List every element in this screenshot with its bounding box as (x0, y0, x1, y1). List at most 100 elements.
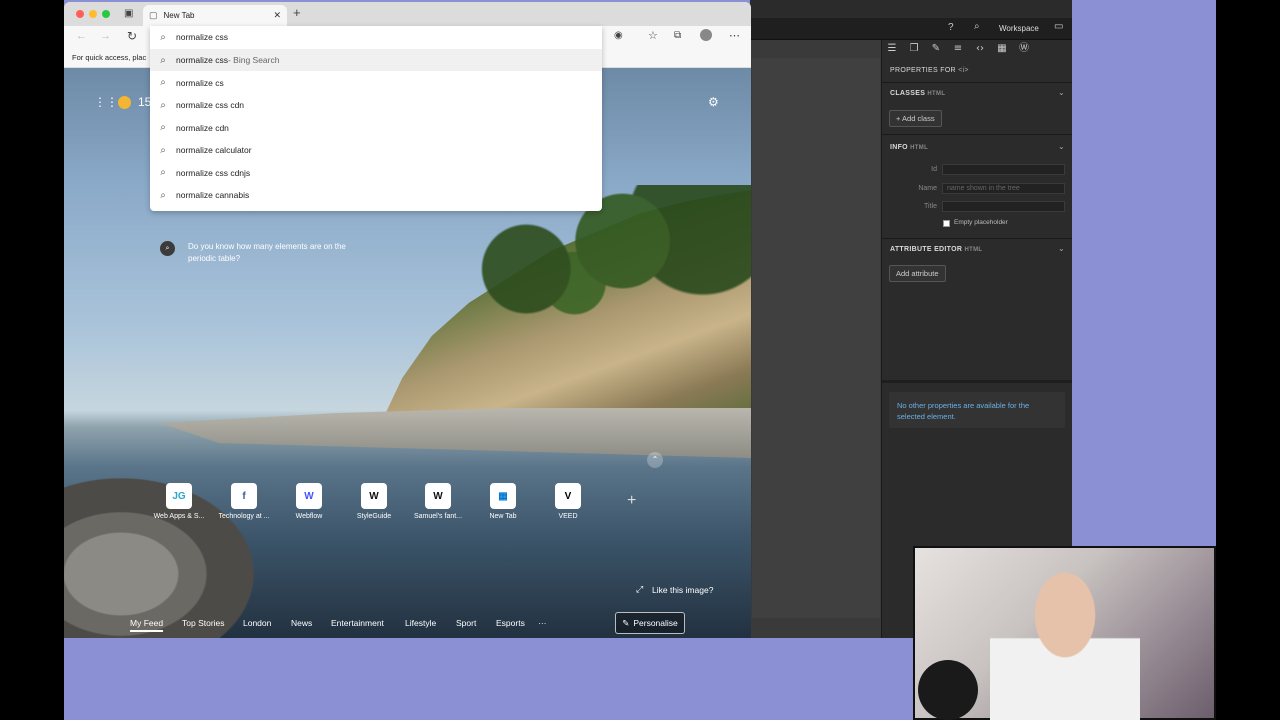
address-input-row[interactable]: ⌕ normalize css (150, 26, 602, 48)
layers-icon[interactable]: ❐ (907, 43, 921, 55)
feed-tab[interactable]: Sport (456, 618, 476, 628)
code-icon[interactable]: ‹› (973, 43, 987, 55)
active-tab-underline (130, 630, 163, 632)
properties-tag: <i> (958, 67, 969, 74)
top-site-label: Web Apps & S... (153, 513, 205, 520)
chevron-down-icon[interactable]: ⌄ (1058, 244, 1065, 253)
site-favicon-icon: W (361, 483, 387, 509)
help-icon[interactable]: ? (948, 22, 954, 33)
workspace-label[interactable]: Workspace (999, 24, 1039, 33)
more-menu-icon[interactable]: ⋯ (729, 29, 740, 42)
minimize-window-button[interactable] (89, 10, 97, 18)
personalise-button[interactable]: ✎ Personalise (615, 612, 685, 634)
suggestion-item[interactable]: ⌕ normalize cannabis (150, 184, 602, 206)
title-label: Title (924, 203, 937, 210)
suggestion-text: normalize css cdn (176, 100, 245, 110)
divider (882, 238, 1072, 239)
maximize-window-button[interactable] (102, 10, 110, 18)
suggestion-text: normalize css cdnjs (176, 167, 251, 178)
top-site-label: VEED (558, 513, 578, 520)
empty-placeholder-checkbox[interactable] (943, 220, 950, 227)
extension-icon[interactable]: ◉ (614, 30, 623, 41)
chevron-down-icon[interactable]: ⌄ (1058, 88, 1065, 97)
top-site-tile[interactable]: f Technology at ... (214, 483, 274, 520)
expand-image-icon[interactable]: ⤢ (636, 584, 643, 595)
add-attribute-button[interactable]: Add attribute (889, 265, 946, 282)
refresh-icon[interactable]: ↻ (127, 29, 137, 43)
search-question-icon[interactable]: ⌕ (160, 241, 175, 256)
forward-icon[interactable]: → (100, 30, 111, 42)
feed-tab[interactable]: Esports (496, 618, 525, 628)
name-field[interactable]: name shown in the tree (942, 183, 1065, 194)
search-icon: ⌕ (160, 99, 166, 111)
feed-tab[interactable]: London (243, 618, 271, 628)
feed-tab[interactable]: My Feed (130, 618, 163, 628)
top-site-label: Samuel's fant... (413, 513, 463, 520)
divider (882, 82, 1072, 83)
classes-heading[interactable]: CLASSES HTML (890, 90, 945, 97)
search-icon: ⌕ (160, 144, 166, 156)
blocks-icon[interactable]: ▦ (995, 43, 1009, 55)
favorites-icon[interactable]: ☆ (648, 29, 658, 42)
new-tab-button[interactable]: + (293, 5, 301, 20)
daily-question[interactable]: Do you know how many elements are on the… (188, 241, 348, 265)
collections-icon[interactable]: ⧉ (674, 30, 681, 41)
address-suggestions-dropdown: ⌕ normalize css ⌕ normalize css - Bing Se… (150, 26, 602, 211)
close-window-button[interactable] (76, 10, 84, 18)
site-favicon-icon: f (231, 483, 257, 509)
back-icon[interactable]: ← (76, 30, 87, 42)
feed-tab[interactable]: Top Stories (182, 618, 225, 628)
search-icon: ⌕ (160, 31, 166, 43)
info-label: INFO (890, 144, 908, 151)
chevron-down-icon[interactable]: ⌄ (1058, 142, 1065, 151)
weather-sun-icon[interactable] (118, 96, 131, 109)
settings-sliders-icon[interactable]: ☰ (885, 43, 899, 55)
feed-tab[interactable]: Entertainment (331, 618, 384, 628)
feed-tab[interactable]: ··· (538, 618, 547, 628)
title-field[interactable] (942, 201, 1065, 212)
add-class-button[interactable]: + Add class (889, 110, 942, 127)
top-site-tile[interactable]: W Webflow (279, 483, 339, 520)
tab-new-tab[interactable]: ▢ New Tab ✕ (143, 5, 287, 26)
top-site-tile[interactable]: JG Web Apps & S... (149, 483, 209, 520)
attribute-editor-heading[interactable]: ATTRIBUTE EDITOR HTML (890, 246, 982, 253)
zoom-icon[interactable]: ⌕ (974, 21, 980, 32)
info-heading[interactable]: INFO HTML (890, 144, 928, 151)
close-tab-icon[interactable]: ✕ (273, 10, 281, 21)
id-label: Id (931, 166, 937, 173)
page-settings-gear-icon[interactable]: ⚙ (708, 95, 719, 109)
top-site-tile[interactable]: V VEED (538, 483, 598, 520)
site-favicon-icon: ▦ (490, 483, 516, 509)
address-input[interactable]: normalize css (176, 32, 228, 42)
editor-canvas-frame (752, 58, 880, 618)
search-icon: ⌕ (160, 77, 166, 88)
tab-title: New Tab (163, 11, 195, 20)
microphone-image (918, 660, 978, 720)
like-image-link[interactable]: Like this image? (652, 585, 713, 595)
suggestion-item[interactable]: ⌕ normalize css cdn (150, 94, 602, 116)
top-site-tile[interactable]: W Samuel's fant... (408, 483, 468, 520)
id-field[interactable] (942, 164, 1065, 175)
classes-sub: HTML (927, 91, 946, 97)
panel-tab-icons: ☰ ❐ ✎ ≡ ‹› ▦ Ⓦ (885, 42, 1070, 56)
add-site-plus-icon[interactable]: + (627, 492, 636, 510)
suggestion-item[interactable]: ⌕ normalize css cdnjs (150, 162, 602, 184)
tab-favicon-icon: ▢ (149, 10, 158, 20)
feed-tab[interactable]: Lifestyle (405, 618, 436, 628)
wordpress-icon[interactable]: Ⓦ (1017, 43, 1031, 55)
top-site-tile[interactable]: ▦ New Tab (473, 483, 533, 520)
publish-icon[interactable]: ▭ (1054, 21, 1063, 32)
suggestion-item[interactable]: ⌕ normalize cdn (150, 117, 602, 139)
suggestion-item[interactable]: ⌕ normalize calculator (150, 139, 602, 161)
profile-avatar[interactable] (700, 29, 712, 41)
collapse-tiles-chevron-up-icon[interactable]: ⌃ (647, 452, 663, 468)
apps-grid-icon[interactable]: ⋮⋮ (94, 95, 118, 109)
brush-icon[interactable]: ✎ (929, 43, 943, 55)
list-icon[interactable]: ≡ (951, 43, 965, 55)
top-site-tile[interactable]: W StyleGuide (344, 483, 404, 520)
suggestion-item[interactable]: ⌕ normalize cs (150, 72, 602, 94)
panel-resize-handle[interactable] (882, 380, 1072, 383)
suggestion-item[interactable]: ⌕ normalize css - Bing Search (150, 49, 602, 71)
tab-actions-icon[interactable]: ▣ (124, 8, 133, 19)
feed-tab[interactable]: News (291, 618, 312, 628)
